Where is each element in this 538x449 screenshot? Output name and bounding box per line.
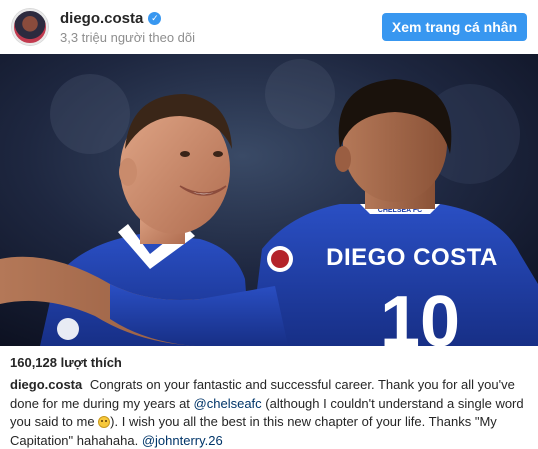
like-count[interactable]: 160,128 lượt thích [10,355,122,370]
view-profile-button[interactable]: Xem trang cá nhân [382,13,527,41]
mention-johnterry-link[interactable]: @johnterry.26 [142,433,223,448]
user-block: diego.costa ✓ 3,3 triệu người theo dõi [60,9,196,46]
jersey-number: 10 [380,282,460,346]
verified-badge-icon: ✓ [148,11,162,25]
jersey-name: DIEGO COSTA [326,244,498,271]
post-photo[interactable]: CHELSEA FC DIEGO COSTA 10 [0,54,538,346]
crowd-blur [50,74,130,154]
user-row: diego.costa ✓ [60,9,195,27]
crowd-blur [265,59,335,129]
caption-username-link[interactable]: diego.costa [10,377,82,392]
profile-avatar[interactable] [12,9,48,45]
post-caption: diego.costa Congrats on your fantastic a… [10,376,530,449]
photo-illustration: CHELSEA FC DIEGO COSTA 10 [0,54,538,346]
mention-chelseafc-link[interactable]: @chelseafc [194,396,262,411]
follower-count: 3,3 triệu người theo dõi [60,30,196,45]
username-link[interactable]: diego.costa [60,10,143,27]
instagram-embed-card: diego.costa ✓ 3,3 triệu người theo dõi X… [0,0,538,449]
post-header: diego.costa ✓ 3,3 triệu người theo dõi X… [0,0,538,54]
grinning-face-emoji-icon [98,416,111,428]
